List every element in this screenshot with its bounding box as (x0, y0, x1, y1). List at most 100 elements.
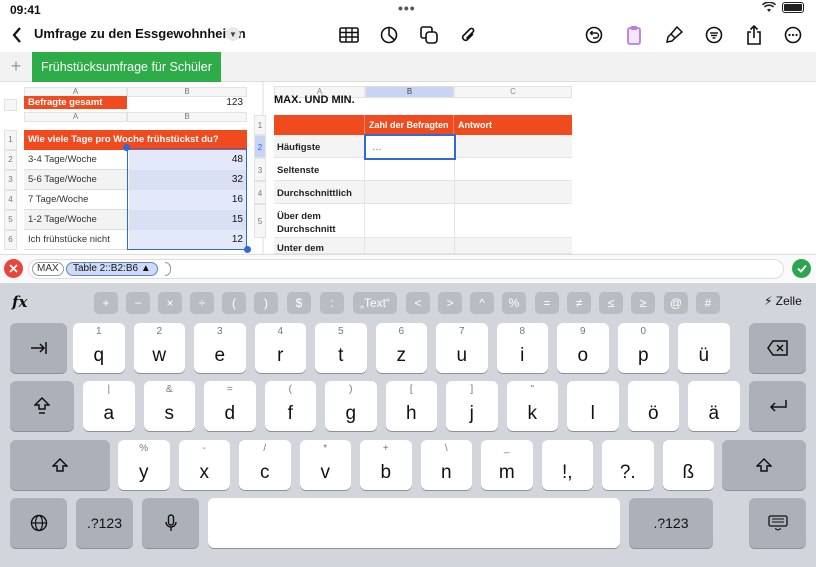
key-q[interactable]: 1q (73, 323, 125, 373)
key-g[interactable]: ) g (325, 381, 377, 431)
row-number[interactable]: 4 (4, 190, 17, 210)
formula-input[interactable]: MAX Table 2::B2:B6 ▲ (28, 259, 784, 279)
symbol-key[interactable]: % (502, 292, 526, 314)
row-number[interactable] (4, 99, 17, 111)
function-browser-button[interactable]: fx (12, 293, 27, 311)
caps-lock-key[interactable] (10, 381, 74, 431)
row-number[interactable]: 3 (254, 158, 266, 181)
column-header-a[interactable]: A (24, 112, 127, 122)
key-z[interactable]: 6z (375, 323, 427, 373)
symbol-key[interactable]: ≥ (631, 292, 655, 314)
cancel-formula-button[interactable] (4, 259, 23, 278)
reference-token[interactable]: Table 2::B2:B6 ▲ (66, 262, 158, 276)
key-pp[interactable]: ?. (602, 440, 654, 490)
key-p[interactable]: 0p (617, 323, 669, 373)
header-answer[interactable]: Antwort (458, 115, 492, 135)
row-number[interactable]: 4 (254, 181, 266, 204)
organize-button[interactable] (701, 22, 727, 48)
symbol-key[interactable]: − (126, 292, 150, 314)
chart-button[interactable] (376, 22, 402, 48)
symbol-key[interactable]: × (158, 292, 182, 314)
multitasking-dots-icon[interactable]: ••• (398, 0, 416, 16)
column-header-c[interactable]: C (454, 86, 572, 98)
table-row[interactable]: Über dem Durchschnitt (274, 204, 572, 238)
symbol-key[interactable]: ≤ (599, 292, 623, 314)
document-title[interactable]: Umfrage zu den Essgewohnheiten (34, 26, 246, 41)
question-header[interactable]: Wie viele Tage pro Woche frühstückst du? (24, 130, 247, 150)
symbol-key[interactable]: ( (222, 292, 246, 314)
key-u[interactable]: 7u (436, 323, 488, 373)
symbol-key[interactable]: „Text“ (353, 292, 397, 314)
symbol-key[interactable]: = (535, 292, 559, 314)
symbol-key[interactable]: ^ (470, 292, 494, 314)
chevron-down-icon[interactable]: ▼ (226, 27, 240, 41)
cell-reference-button[interactable]: ⚡ Zelle (764, 294, 802, 308)
format-button[interactable] (661, 22, 687, 48)
shift-key-right[interactable] (722, 440, 806, 490)
key-b[interactable]: + b (360, 440, 412, 490)
numbers-key-right[interactable]: .?123 (629, 498, 713, 548)
key-n[interactable]: \ n (420, 440, 472, 490)
key-m[interactable]: _ m (481, 440, 533, 490)
accept-formula-button[interactable] (792, 259, 811, 278)
numbers-key-left[interactable]: .?123 (76, 498, 133, 548)
attachment-button[interactable] (455, 22, 481, 48)
row-number[interactable]: 3 (4, 170, 17, 190)
symbol-key[interactable]: ) (254, 292, 278, 314)
tab-key[interactable] (10, 323, 67, 373)
symbol-key[interactable]: ≠ (567, 292, 591, 314)
row-number[interactable]: 6 (4, 230, 17, 250)
key-r[interactable]: 4r (254, 323, 306, 373)
symbol-key[interactable]: # (696, 292, 720, 314)
key-l[interactable]: l (567, 381, 619, 431)
key-t[interactable]: 5t (315, 323, 367, 373)
key-e[interactable]: 3e (194, 323, 246, 373)
key-pp[interactable]: !, (541, 440, 593, 490)
dictation-key[interactable] (142, 498, 199, 548)
key-y[interactable]: % y (118, 440, 170, 490)
key-i[interactable]: 8i (496, 323, 548, 373)
key-w[interactable]: 2w (133, 323, 185, 373)
key-v[interactable]: * v (299, 440, 351, 490)
selection-handle[interactable] (123, 144, 130, 151)
symbol-key[interactable]: + (94, 292, 118, 314)
key-h[interactable]: [h (385, 381, 437, 431)
undo-button[interactable] (581, 22, 607, 48)
total-value[interactable]: 123 (127, 96, 247, 109)
key-s[interactable]: & s (143, 381, 195, 431)
total-label[interactable]: Befragte gesamt (24, 96, 127, 109)
key-o[interactable]: 9o (557, 323, 609, 373)
symbol-key[interactable]: : (320, 292, 344, 314)
sheet-tab[interactable]: Frühstücksumfrage für Schüler (32, 52, 221, 82)
key-j[interactable]: ] j (446, 381, 498, 431)
key-ä[interactable]: ä (688, 381, 740, 431)
symbol-key[interactable]: $ (287, 292, 311, 314)
row-number[interactable]: 5 (254, 204, 266, 238)
column-header-b[interactable]: B (365, 86, 454, 98)
shapes-button[interactable] (416, 22, 442, 48)
key-f[interactable]: (f (264, 381, 316, 431)
back-button[interactable] (4, 22, 30, 48)
symbol-key[interactable]: > (438, 292, 462, 314)
column-header-b[interactable]: B (127, 112, 247, 122)
more-button[interactable] (780, 22, 806, 48)
key-ü[interactable]: ü (678, 323, 730, 373)
key-ö[interactable]: ö (627, 381, 679, 431)
symbol-key[interactable]: ÷ (190, 292, 214, 314)
symbol-key[interactable]: < (406, 292, 430, 314)
header-count[interactable]: Zahl der Befragten (369, 115, 449, 135)
key-c[interactable]: / c (239, 440, 291, 490)
key-d[interactable]: = d (204, 381, 256, 431)
globe-key[interactable] (10, 498, 67, 548)
return-key[interactable] (749, 381, 806, 431)
share-button[interactable] (741, 22, 767, 48)
table-row[interactable]: Durchschnittlich (274, 181, 572, 204)
hide-keyboard-key[interactable] (749, 498, 806, 548)
row-number[interactable]: 2 (254, 135, 266, 158)
add-sheet-button[interactable]: + (6, 56, 26, 78)
key-a[interactable]: | a (83, 381, 135, 431)
row-number[interactable]: 2 (4, 150, 17, 170)
delete-key[interactable] (749, 323, 806, 373)
selected-cell[interactable]: … (364, 134, 456, 160)
function-token[interactable]: MAX (32, 262, 64, 276)
